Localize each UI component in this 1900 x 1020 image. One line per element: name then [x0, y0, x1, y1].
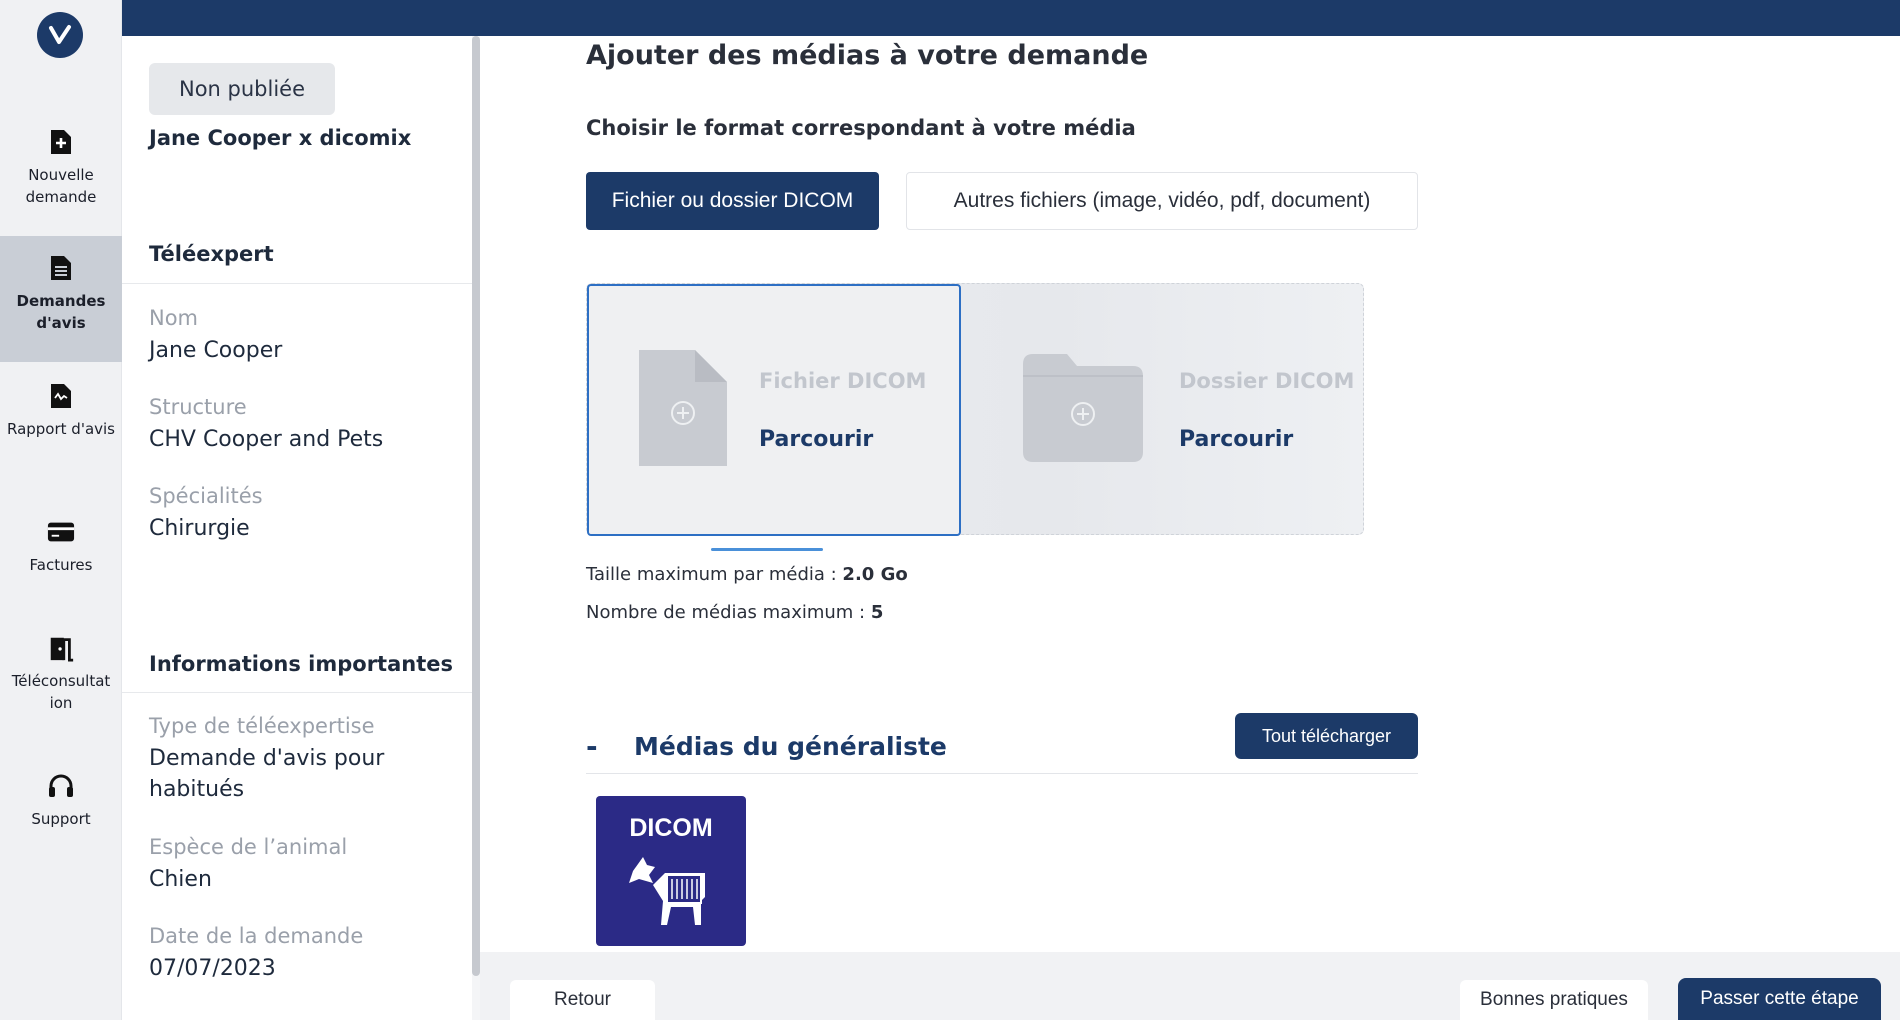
field-label-type: Type de téléexpertise	[149, 714, 375, 738]
max-count-label: Nombre de médias maximum :	[586, 602, 871, 623]
file-plus-icon	[47, 128, 75, 156]
document-icon	[47, 254, 75, 282]
dicom-file-dropzone[interactable]: Fichier DICOM Parcourir	[587, 284, 961, 536]
report-icon	[47, 382, 75, 410]
rail-item-label: Demandes d'avis	[16, 292, 106, 332]
max-size-info: Taille maximum par média : 2.0 Go	[586, 564, 908, 585]
app-logo[interactable]	[37, 12, 83, 58]
folder-add-icon	[1023, 354, 1143, 466]
top-bar	[122, 0, 1900, 36]
rail-item-support[interactable]: Support	[0, 772, 122, 848]
info-heading: Informations importantes	[149, 652, 453, 676]
field-label-structure: Structure	[149, 395, 247, 419]
max-size-label: Taille maximum par média :	[586, 564, 843, 585]
teleexpert-heading: Téléexpert	[149, 242, 274, 266]
file-add-icon	[639, 350, 727, 470]
dicom-tile-label: DICOM	[629, 814, 713, 842]
credit-card-icon	[47, 518, 75, 546]
dropzone-container: Fichier DICOM Parcourir Dossier DICOM Pa…	[586, 283, 1365, 536]
dropzone-folder-title: Dossier DICOM	[1179, 368, 1355, 393]
rail-item-label: Rapport d'avis	[6, 420, 116, 438]
max-size-value: 2.0 Go	[842, 564, 908, 585]
door-icon	[47, 634, 75, 662]
back-button[interactable]: Retour	[510, 980, 655, 1020]
rail-item-label: Factures	[29, 556, 93, 574]
divider	[122, 692, 472, 693]
format-other-button[interactable]: Autres fichiers (image, vidéo, pdf, docu…	[906, 172, 1418, 230]
field-label-nom: Nom	[149, 306, 199, 330]
dicom-media-tile[interactable]: DICOM	[596, 796, 746, 946]
logo-v-icon	[49, 25, 71, 44]
dicom-folder-dropzone[interactable]: Dossier DICOM Parcourir	[961, 284, 1365, 536]
rail-item-teleconsultation[interactable]: Téléconsultat ion	[0, 634, 122, 730]
field-label-espece: Espèce de l’animal	[149, 835, 348, 859]
page-title: Ajouter des médias à votre demande	[586, 40, 1149, 71]
case-title: Jane Cooper x dicomix	[149, 126, 412, 150]
field-label-date: Date de la demande	[149, 924, 364, 948]
rail-item-label: Support	[31, 810, 91, 828]
field-value-specialites: Chirurgie	[149, 516, 250, 541]
icon-rail: Nouvelle demande Demandes d'avis Rapport…	[0, 0, 122, 1020]
good-practices-button[interactable]: Bonnes pratiques	[1460, 980, 1648, 1020]
rail-item-label: Nouvelle demande	[25, 166, 97, 206]
dog-xray-icon	[629, 857, 705, 925]
headset-icon	[47, 772, 75, 800]
status-badge: Non publiée	[149, 63, 336, 115]
panel-scrollbar[interactable]	[472, 36, 480, 976]
rail-item-demandes-avis[interactable]: Demandes d'avis	[0, 236, 122, 362]
dropzone-file-title: Fichier DICOM	[759, 368, 927, 393]
browse-file-link[interactable]: Parcourir	[759, 427, 926, 452]
rail-item-label: Téléconsultat ion	[11, 672, 111, 712]
main-content: Ajouter des médias à votre demande Chois…	[480, 36, 1900, 952]
browse-folder-link[interactable]: Parcourir	[1179, 427, 1354, 452]
max-count-value: 5	[870, 602, 884, 623]
field-value-nom: Jane Cooper	[149, 338, 283, 363]
download-all-button[interactable]: Tout télécharger	[1235, 713, 1418, 759]
section-title: Médias du généraliste	[634, 732, 947, 761]
rail-item-nouvelle-demande[interactable]: Nouvelle demande	[0, 128, 122, 224]
format-subtitle: Choisir le format correspondant à votre …	[586, 116, 1136, 140]
skip-step-button[interactable]: Passer cette étape	[1678, 978, 1881, 1020]
field-value-structure: CHV Cooper and Pets	[149, 427, 384, 452]
active-tab-indicator	[711, 548, 823, 551]
field-value-type: Demande d'avis pour habitués	[149, 746, 385, 802]
request-info-panel: Non publiée Jane Cooper x dicomix Téléex…	[122, 36, 472, 1020]
format-dicom-button[interactable]: Fichier ou dossier DICOM	[586, 172, 879, 230]
rail-item-rapport-avis[interactable]: Rapport d'avis	[0, 382, 122, 478]
footer-bar: Retour Bonnes pratiques Passer cette éta…	[480, 952, 1900, 1020]
max-count-info: Nombre de médias maximum : 5	[586, 602, 883, 623]
field-label-specialites: Spécialités	[149, 484, 263, 508]
collapse-toggle[interactable]: -	[586, 730, 598, 763]
field-value-espece: Chien	[149, 867, 212, 892]
rail-item-factures[interactable]: Factures	[0, 518, 122, 594]
divider	[122, 283, 472, 284]
field-value-date: 07/07/2023	[149, 956, 276, 981]
